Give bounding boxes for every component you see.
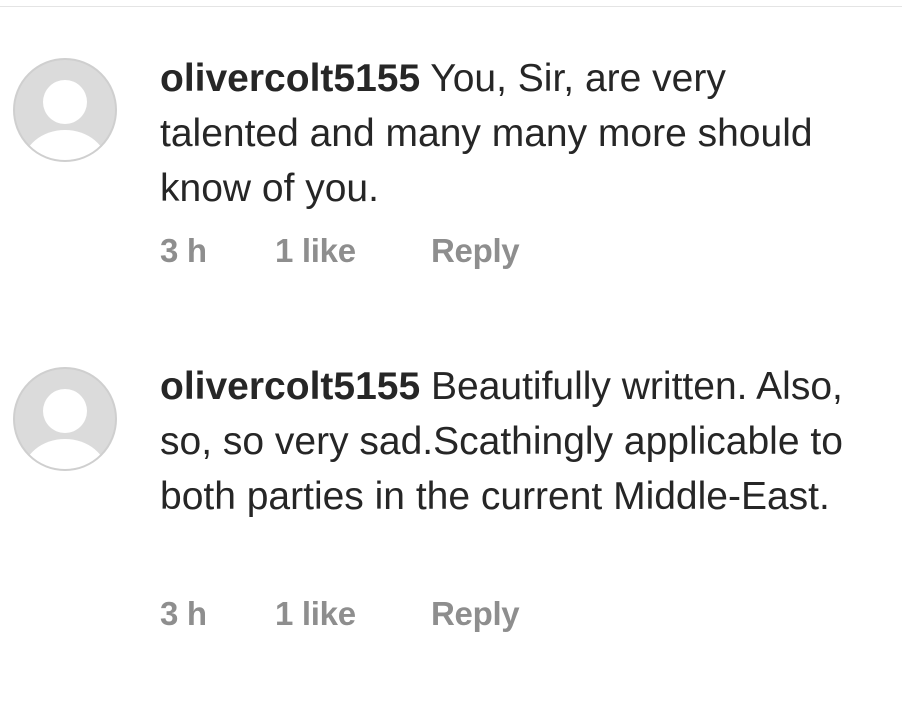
comment-username[interactable]: olivercolt5155 bbox=[160, 365, 420, 408]
top-divider bbox=[0, 6, 902, 7]
default-user-body-icon bbox=[23, 439, 107, 469]
reply-button[interactable]: Reply bbox=[431, 232, 520, 270]
comment-likes-link[interactable]: 1 like bbox=[275, 232, 431, 270]
comment-likes-link[interactable]: 1 like bbox=[275, 595, 431, 633]
default-user-icon bbox=[43, 80, 87, 124]
comment-timestamp: 3 h bbox=[160, 595, 207, 632]
comment-meta: 3 h 1 like Reply bbox=[160, 595, 520, 633]
comment-timestamp: 3 h bbox=[160, 232, 207, 269]
default-user-body-icon bbox=[23, 130, 107, 160]
comment-text: olivercolt5155 Beautifully written. Also… bbox=[160, 359, 860, 524]
comment-meta: 3 h 1 like Reply bbox=[160, 232, 520, 270]
reply-button[interactable]: Reply bbox=[431, 595, 520, 633]
avatar[interactable] bbox=[13, 367, 117, 471]
comment-username[interactable]: olivercolt5155 bbox=[160, 57, 420, 100]
avatar[interactable] bbox=[13, 58, 117, 162]
comment-text: olivercolt5155 You, Sir, are very talent… bbox=[160, 51, 860, 216]
default-user-icon bbox=[43, 389, 87, 433]
